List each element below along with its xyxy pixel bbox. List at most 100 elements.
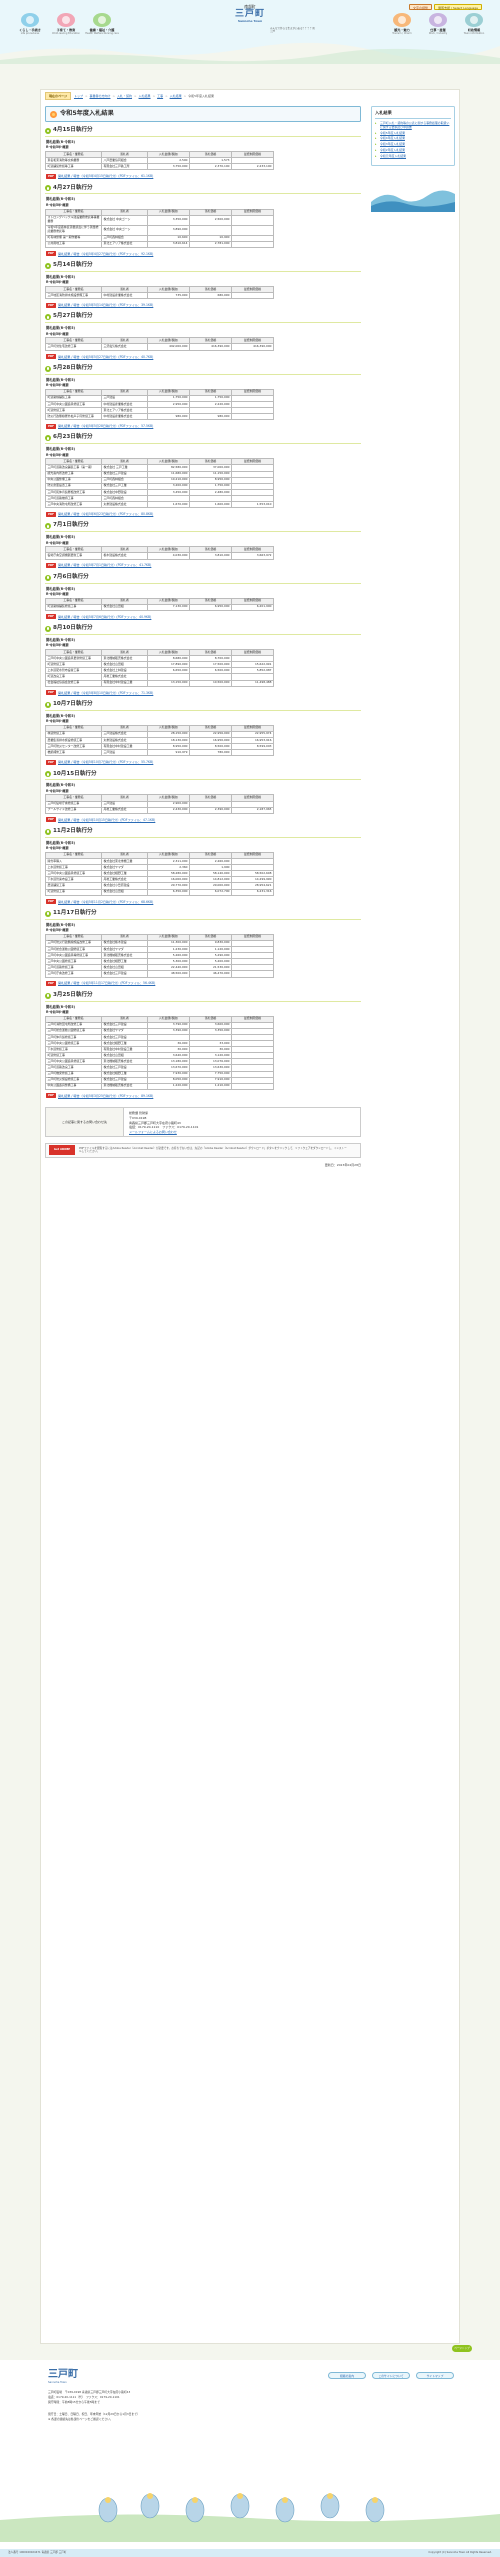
adobe-reader-download-button[interactable]: Get ADOBE READER xyxy=(49,1145,75,1161)
result-caption: R-令和5年-概要 xyxy=(46,540,69,545)
global-nav-item[interactable]: 観光・魅力 Tourism / Charm xyxy=(384,13,420,42)
table-cell xyxy=(231,214,274,226)
table-row: 三戸町庁舎改修工事 株式会社三戸建設 48,500,000 46,470,000 xyxy=(45,970,274,978)
pdf-icon: PDF xyxy=(46,690,56,696)
language-button[interactable]: 閲覧支援 / Select Language xyxy=(434,4,482,10)
table-cell: 416,390,000 xyxy=(231,343,274,351)
heading-bullet-icon xyxy=(45,365,51,372)
table-row: 町道舗装修繕等工事 有限会社三戸鉄工所 3,750,000 2,370,100 2,23… xyxy=(45,163,274,171)
section-heading: 5月28日執行分 xyxy=(45,364,361,375)
footer-logo[interactable]: 三戸町 xyxy=(48,2368,78,2382)
table-cell: 三戸建設 xyxy=(101,749,148,757)
global-nav-item[interactable]: 健康・福祉・介護 Health Welfare Nursing care xyxy=(84,13,120,42)
global-nav-item[interactable]: 仕事・産業 Work / Industry xyxy=(420,13,456,42)
sidebar: 入札結果 三戸町入札・契約等の公表に関する事務処理の取扱いに関する要綱及び申請書… xyxy=(371,106,455,213)
table-row: 町道修繕工事 株式会社山田組 6,350,000 6,072,790 6,231,316 xyxy=(45,888,274,896)
global-nav-item[interactable]: 町政情報 Town information xyxy=(456,13,492,42)
table-cell: 2,430,000 xyxy=(147,806,190,814)
result-subheading: 開札結果(R-令和5) xyxy=(46,586,75,591)
text-size-button[interactable]: 文字の調整 xyxy=(409,4,433,10)
corporate-number: 法人番号 1000020024471 青森県 三戸郡 三戸町 xyxy=(8,2551,67,2554)
breadcrumb-item[interactable]: 入札・契約 xyxy=(117,94,132,98)
table-cell: 735,000 xyxy=(147,292,190,300)
section-heading: 7月6日執行分 xyxy=(45,573,361,584)
pdf-download-link[interactable]: 開札結果 / 報告（令和5年5月28日執行分）(PDFファイル：57.5KB) xyxy=(58,424,153,428)
footer-org-button[interactable]: 組織の案内 xyxy=(328,2372,366,2379)
breadcrumb-item[interactable]: 事業者の方向け xyxy=(89,94,110,98)
table-cell: 中村建設産業株式会社 xyxy=(101,292,148,300)
section-heading-text: 10月7日執行分 xyxy=(53,700,93,707)
result-subheading: 開札結果(R-令和5) xyxy=(46,840,75,845)
heading-bullet-icon xyxy=(45,992,51,999)
pdf-download-link[interactable]: 開札結果 / 報告（令和5年11月17日執行分）(PDFファイル：56.4KB) xyxy=(58,981,155,985)
table-cell: 7,130,000 xyxy=(147,603,190,611)
global-nav-sublabel: Life procedures xyxy=(20,32,40,36)
footer-sitemap-button[interactable]: サイトマップ xyxy=(416,2372,454,2379)
table-cell xyxy=(231,224,274,236)
breadcrumb-item[interactable]: トップ xyxy=(74,94,83,98)
pdf-download-link[interactable]: 開札結果 / 報告（令和5年8月10日執行分）(PDFファイル：71.3KB) xyxy=(58,691,153,695)
result-caption: R-令和5年-概要 xyxy=(46,202,69,207)
breadcrumb-item[interactable]: 入札結果 xyxy=(170,94,182,98)
table-cell: 町道路線舗装修繕工事 xyxy=(45,603,102,611)
adobe-reader-text: PDFファイルを閲覧するにはAdobe Reader（Acrobat Reade… xyxy=(79,1146,347,1154)
table-cell: 6,201,900 xyxy=(231,603,274,611)
breadcrumb-separator: > xyxy=(152,93,156,98)
breadcrumb-item[interactable]: 入札結果 xyxy=(139,94,151,98)
result-subheading: 開札結果(R-令和5) xyxy=(46,140,75,144)
pdf-download-link[interactable]: 開札結果 / 報告（令和5年4月15日執行分）(PDFファイル：61.1KB) xyxy=(58,174,153,178)
table-cell: 中村建設産業株式会社 xyxy=(101,413,148,421)
pdf-download-link[interactable]: 開札結果 / 報告（令和5年6月23日執行分）(PDFファイル：80.8KB) xyxy=(58,512,153,516)
pdf-download-link[interactable]: 開札結果 / 報告（令和5年4月27日執行分）(PDFファイル：92.1KB) xyxy=(58,252,153,256)
pdf-download-row: PDF 開札結果 / 報告（令和5年8月10日執行分）(PDFファイル：71.3K… xyxy=(46,690,361,696)
table-cell: 2,187,965 xyxy=(231,806,274,814)
pdf-download-link[interactable]: 開札結果 / 報告（令和5年7月6日執行分）(PDFファイル：40.9KB) xyxy=(58,615,151,619)
pdf-download-link[interactable]: 開札結果 / 報告（令和5年10月15日執行分）(PDFファイル：47.1KB) xyxy=(58,818,155,822)
sidebar-link[interactable]: 令和3年度入札結果 xyxy=(375,142,451,147)
table-cell: 1,210,000 xyxy=(189,1082,232,1090)
sidebar-link[interactable]: 令和4年度入札結果 xyxy=(375,137,451,142)
contact-body: 総務課 管財係 〒039-0198 青森県三戸郡三戸町大字在府小路町43 電話：… xyxy=(124,1108,203,1136)
pdf-download-link[interactable]: 開札結果 / 報告（令和5年5月14日執行分）(PDFファイル：39.1KB) xyxy=(58,303,153,307)
bid-results-table: 工事名・業務名 落札者 入札金額(税抜) 落札価格 最低制限価格 役場庁舎空調機器更新工事… xyxy=(45,546,274,560)
table-cell: 11,498,488 xyxy=(231,679,274,687)
contact-form-link[interactable]: メールフォームによるお問い合わせ xyxy=(129,1130,198,1135)
heading-bullet-icon xyxy=(45,262,51,269)
section-heading: 4月15日執行分 xyxy=(45,126,361,137)
global-nav-icon xyxy=(465,13,483,27)
sidebar-link[interactable]: 令和元年度入札結果 xyxy=(375,154,451,159)
updated-date: 更新日：2023年04月28日 xyxy=(324,1162,361,1167)
table-cell: 株式会社三戸建設 xyxy=(101,970,148,978)
table-cell: 三戸町営住宅改修工事 xyxy=(45,343,102,351)
pdf-download-row: PDF 開札結果 / 報告（令和5年5月28日執行分）(PDFファイル：57.5K… xyxy=(46,423,361,429)
table-cell: 栃木建設株式会社 xyxy=(101,552,148,560)
heading-bullet-icon xyxy=(45,435,51,442)
table-cell: 三戸地区消防排水施設整備工事 xyxy=(45,292,102,300)
pdf-download-link[interactable]: 開札結果 / 報告（令和5年3月25日執行分）(PDFファイル：89.1KB) xyxy=(58,1094,153,1098)
table-cell: 役場庁舎空調機器更新工事 xyxy=(45,552,102,560)
pdf-download-row: PDF 開札結果 / 報告（令和5年4月15日執行分）(PDFファイル：61.1K… xyxy=(46,173,361,179)
breadcrumb-item[interactable]: 工事 xyxy=(157,94,163,98)
page-top-button[interactable]: ページトップ xyxy=(452,2345,472,2352)
main-content: 令和5年度入札結果 4月15日執行分 開札結果(R-令和5) R-令和5年-概要 工事… xyxy=(45,106,361,2331)
footer-about-button[interactable]: このサイトについて xyxy=(372,2372,410,2379)
footer-hours-line: 開庁時間：午前8時15分から午後5時まで xyxy=(48,2399,100,2404)
pdf-download-link[interactable]: 開札結果 / 報告（令和5年11月2日執行分）(PDFファイル：68.6KB) xyxy=(58,900,153,904)
contact-heading: この記事に関するお問い合わせ先 xyxy=(46,1107,124,1136)
result-subheading: 開札結果(R-令和5) xyxy=(46,1004,75,1009)
bid-results-table: 工事名・業務名 落札者 入札金額(税抜) 落札価格 最低制限価格 町道路線舗装工事 三戸建設… xyxy=(45,388,274,421)
table-cell: 980,000 xyxy=(147,413,190,421)
heading-bullet-icon xyxy=(45,910,51,917)
table-cell: 1,600,000 xyxy=(189,501,232,509)
global-nav-icon xyxy=(93,13,111,27)
global-nav-item[interactable]: 子育て・教育 Child-rearing Education xyxy=(48,13,84,42)
global-nav-item[interactable]: くらし・手続き Life procedures xyxy=(12,13,48,42)
section-heading-text: 11月17日執行分 xyxy=(53,909,97,916)
sidebar-link[interactable]: 令和2年度入札結果 xyxy=(375,148,451,153)
sidebar-link[interactable]: 令和5年度入札結果 xyxy=(375,131,451,136)
result-subheading: 開札結果(R-令和5) xyxy=(46,447,75,452)
pdf-download-link[interactable]: 開札結果 / 報告（令和5年7月1日執行分）(PDFファイル：41.7KB) xyxy=(58,563,151,567)
sidebar-link[interactable]: 三戸町入札・契約等の公表に関する事務処理の取扱いに関する要綱及び申請書 xyxy=(375,121,451,130)
pdf-download-link[interactable]: 開札結果 / 報告（令和5年10月7日執行分）(PDFファイル：55.7KB) xyxy=(58,760,153,764)
pdf-download-link[interactable]: 開札結果 / 報告（令和5年5月27日執行分）(PDFファイル：40.7KB) xyxy=(58,355,153,359)
